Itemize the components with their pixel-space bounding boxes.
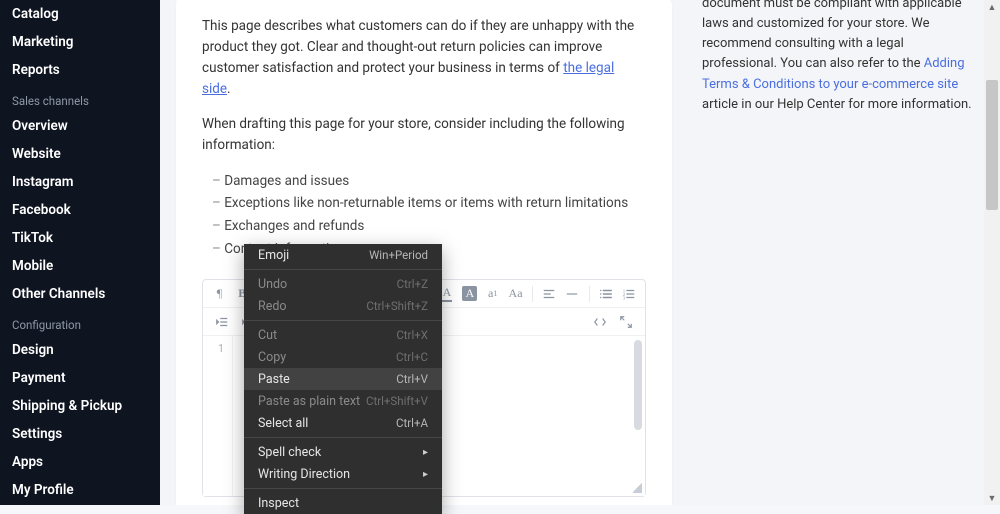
bullet-item: Damages and issues [212,170,646,193]
ctx-paste[interactable]: Paste Ctrl+V [244,368,442,390]
ctx-label: Emoji [258,248,289,263]
ctx-shortcut: Ctrl+A [396,416,428,430]
description-para-1: This page describes what customers can d… [202,16,646,100]
help-text-pre: document must be compliant with applicab… [702,0,962,71]
ctx-inspect[interactable]: Inspect [244,492,442,514]
sidebar-item-mobile[interactable]: Mobile [0,252,160,280]
ctx-label: Cut [258,328,277,343]
ctx-shortcut: Ctrl+Shift+V [366,394,428,408]
sidebar: CatalogMarketingReportsSales channelsOve… [0,0,160,505]
ctx-label: Spell check [258,445,321,460]
editor-scrollbar[interactable] [634,340,642,430]
sidebar-item-reports[interactable]: Reports [0,56,160,84]
toolbar-expand-icon[interactable] [613,311,639,333]
sidebar-item-overview[interactable]: Overview [0,112,160,140]
ctx-label: Writing Direction [258,467,350,482]
sidebar-item-facebook[interactable]: Facebook [0,196,160,224]
ctx-undo: Undo Ctrl+Z [244,273,442,295]
ctx-shortcut: Ctrl+C [396,350,428,364]
ctx-paste-as-plain-text: Paste as plain text Ctrl+Shift+V [244,390,442,412]
sidebar-item-design[interactable]: Design [0,336,160,364]
ctx-spell-check[interactable]: Spell check [244,441,442,463]
toolbar-abg-icon[interactable]: A [459,283,480,305]
sidebar-item-instagram[interactable]: Instagram [0,168,160,196]
ctx-label: Undo [258,277,287,292]
ctx-cut: Cut Ctrl+X [244,324,442,346]
editor-resize-handle[interactable] [632,483,642,493]
bullet-item: Exchanges and refunds [212,215,646,238]
toolbar-separator [532,286,533,302]
ctx-label: Paste [258,372,290,387]
ctx-shortcut: Ctrl+V [396,372,428,386]
ctx-emoji[interactable]: Emoji Win+Period [244,244,442,266]
sidebar-header: Sales channels [0,84,160,112]
toolbar-a-icon[interactable]: a1 [482,283,503,305]
scroll-thumb[interactable] [986,80,998,210]
sidebar-item-marketing[interactable]: Marketing [0,28,160,56]
toolbar-hr-icon[interactable] [562,283,583,305]
ctx-writing-direction[interactable]: Writing Direction [244,463,442,485]
ctx-separator [244,320,442,321]
para1-text-b: . [227,81,231,97]
sidebar-item-website[interactable]: Website [0,140,160,168]
ctx-separator [244,437,442,438]
toolbar-indentdec-icon[interactable] [209,311,235,333]
sidebar-item-my-profile[interactable]: My Profile [0,476,160,504]
ctx-shortcut: Ctrl+Z [397,277,428,291]
sidebar-header: Configuration [0,308,160,336]
toolbar-ol-icon[interactable]: 123 [618,283,639,305]
ctx-shortcut: Win+Period [369,248,428,262]
sidebar-item-shipping-pickup[interactable]: Shipping & Pickup [0,392,160,420]
toolbar-ul-icon[interactable] [595,283,616,305]
sidebar-item-catalog[interactable]: Catalog [0,0,160,28]
toolbar--icon[interactable]: ¶ [209,283,230,305]
sidebar-item-settings[interactable]: Settings [0,420,160,448]
toolbar-code-icon[interactable] [587,311,613,333]
ctx-copy: Copy Ctrl+C [244,346,442,368]
ctx-label: Redo [258,299,287,314]
toolbar-aa-icon[interactable]: Aa [505,283,526,305]
ctx-label: Copy [258,350,286,365]
ctx-select-all[interactable]: Select all Ctrl+A [244,412,442,434]
sidebar-item-tiktok[interactable]: TikTok [0,224,160,252]
sidebar-item-payment[interactable]: Payment [0,364,160,392]
ctx-label: Paste as plain text [258,394,360,409]
help-text-post: article in our Help Center for more info… [702,97,972,112]
gutter-line-1: 1 [218,342,224,355]
help-panel: document must be compliant with applicab… [702,0,982,115]
ctx-shortcut: Ctrl+Shift+Z [366,299,428,313]
description-para-2: When drafting this page for your store, … [202,114,646,156]
ctx-redo: Redo Ctrl+Shift+Z [244,295,442,317]
ctx-separator [244,269,442,270]
toolbar-separator [589,286,590,302]
scroll-up-arrow[interactable]: ▲ [984,0,1000,14]
ctx-separator [244,488,442,489]
ctx-label: Inspect [258,496,299,511]
editor-gutter: 1 [203,336,233,496]
ctx-label: Select all [258,416,308,431]
scroll-down-arrow[interactable]: ▼ [984,491,1000,505]
ctx-shortcut: Ctrl+X [396,328,428,342]
bullet-item: Exceptions like non-returnable items or … [212,192,646,215]
sidebar-item-other-channels[interactable]: Other Channels [0,280,160,308]
svg-text:3: 3 [623,295,626,300]
context-menu: Emoji Win+Period Undo Ctrl+Z Redo Ctrl+Shift+… [244,244,442,514]
toolbar-align-icon[interactable] [539,283,560,305]
page-scrollbar[interactable]: ▲ ▼ [984,0,1000,505]
sidebar-item-apps[interactable]: Apps [0,448,160,476]
